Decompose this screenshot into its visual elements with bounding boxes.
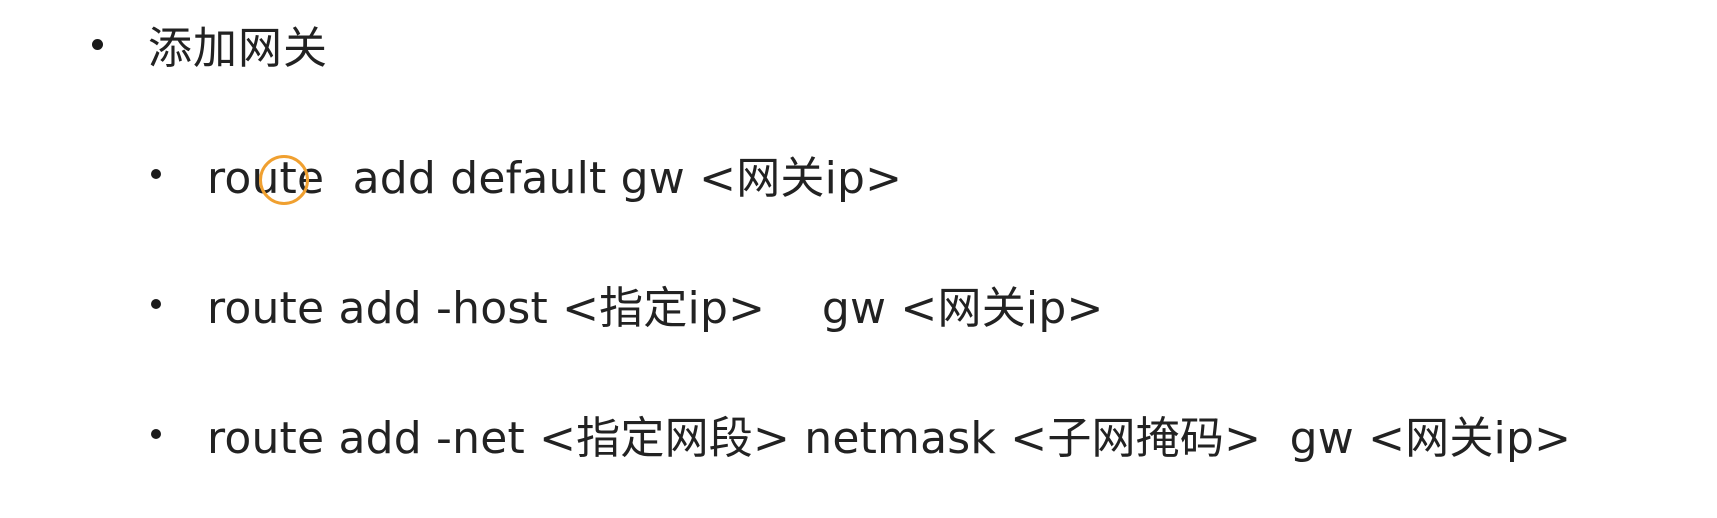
bullet-dot xyxy=(92,38,103,50)
heading-item: 添加网关 xyxy=(92,14,328,74)
bullet-dot xyxy=(151,299,161,309)
bullet-dot xyxy=(151,429,161,439)
command-item: route add default gw <网关ip> xyxy=(151,143,902,205)
bullet-dot xyxy=(151,169,161,179)
command-item: route add -net <指定网段> netmask <子网掩码> gw … xyxy=(151,403,1571,465)
heading-text: 添加网关 xyxy=(148,23,328,74)
command-text: route add -host <指定ip> gw <网关ip> xyxy=(207,283,1104,334)
command-text: route add default gw <网关ip> xyxy=(207,153,903,204)
slide: 添加网关 route add default gw <网关ip> route a… xyxy=(0,0,1717,518)
command-text: route add -net <指定网段> netmask <子网掩码> gw … xyxy=(207,413,1572,464)
command-item: route add -host <指定ip> gw <网关ip> xyxy=(151,273,1104,335)
